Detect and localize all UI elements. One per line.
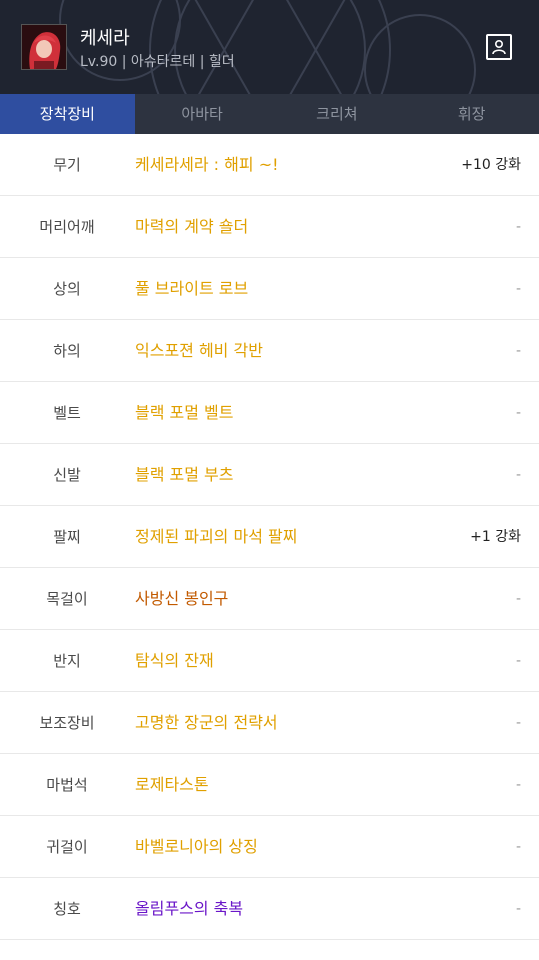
person-icon: [492, 39, 506, 55]
item-name[interactable]: 로제타스톤: [135, 754, 209, 816]
enhancement-level: -: [515, 219, 521, 235]
character-name: 케세라: [80, 28, 130, 49]
equipment-row-support[interactable]: 보조장비 고명한 장군의 전략서 -: [0, 692, 539, 754]
character-info: Lv.90 | 아슈타르테 | 힐더: [80, 54, 235, 70]
enhancement-level: -: [515, 467, 521, 483]
character-header: 케세라 Lv.90 | 아슈타르테 | 힐더: [0, 0, 539, 94]
tab-emblem[interactable]: 휘장: [404, 94, 539, 134]
item-name[interactable]: 사방신 봉인구: [135, 568, 228, 630]
equipment-row-title[interactable]: 칭호 올림푸스의 축복 -: [0, 878, 539, 940]
item-name[interactable]: 정제된 파괴의 마석 팔찌: [135, 506, 297, 568]
enhancement-level: -: [515, 777, 521, 793]
enhancement-level: +1 강화: [470, 529, 521, 545]
equipment-row-magicstone[interactable]: 마법석 로제타스톤 -: [0, 754, 539, 816]
slot-label: 상의: [53, 280, 81, 298]
equipment-row-shoes[interactable]: 신발 블랙 포멀 부츠 -: [0, 444, 539, 506]
enhancement-level: +10 강화: [461, 157, 521, 173]
equipment-row-weapon[interactable]: 무기 케세라세라 : 해피 ~! +10 강화: [0, 134, 539, 196]
enhancement-level: -: [515, 591, 521, 607]
tab-creature[interactable]: 크리쳐: [270, 94, 405, 134]
slot-label: 칭호: [53, 900, 81, 918]
item-name[interactable]: 풀 브라이트 로브: [135, 258, 248, 320]
equipment-list: 무기 케세라세라 : 해피 ~! +10 강화 머리어깨 마력의 계약 숄더 -…: [0, 134, 539, 940]
slot-label: 벨트: [53, 404, 81, 422]
item-name[interactable]: 바벨로니아의 상징: [135, 816, 258, 878]
slot-label: 무기: [53, 156, 81, 174]
enhancement-level: -: [515, 901, 521, 917]
character-avatar[interactable]: [21, 24, 67, 70]
enhancement-level: -: [515, 839, 521, 855]
character-portrait-icon: [22, 25, 66, 69]
tab-equipment[interactable]: 장착장비: [0, 94, 135, 134]
tab-bar: 장착장비 아바타 크리쳐 휘장: [0, 94, 539, 134]
equipment-row-earring[interactable]: 귀걸이 바벨로니아의 상징 -: [0, 816, 539, 878]
item-name[interactable]: 익스포젼 헤비 각반: [135, 320, 263, 382]
equipment-row-necklace[interactable]: 목걸이 사방신 봉인구 -: [0, 568, 539, 630]
equipment-row-bracelet[interactable]: 팔찌 정제된 파괴의 마석 팔찌 +1 강화: [0, 506, 539, 568]
enhancement-level: -: [515, 715, 521, 731]
slot-label: 목걸이: [46, 590, 88, 608]
enhancement-level: -: [515, 281, 521, 297]
equipment-row-ring[interactable]: 반지 탐식의 잔재 -: [0, 630, 539, 692]
enhancement-level: -: [515, 343, 521, 359]
equipment-row-shoulder[interactable]: 머리어깨 마력의 계약 숄더 -: [0, 196, 539, 258]
enhancement-level: -: [515, 405, 521, 421]
item-name[interactable]: 블랙 포멀 부츠: [135, 444, 234, 506]
equipment-row-top[interactable]: 상의 풀 브라이트 로브 -: [0, 258, 539, 320]
enhancement-level: -: [515, 653, 521, 669]
slot-label: 귀걸이: [46, 838, 88, 856]
slot-label: 마법석: [46, 776, 88, 794]
item-name[interactable]: 마력의 계약 숄더: [135, 196, 248, 258]
slot-label: 머리어깨: [39, 218, 95, 236]
equipment-row-bottom[interactable]: 하의 익스포젼 헤비 각반 -: [0, 320, 539, 382]
slot-label: 신발: [53, 466, 81, 484]
tab-avatar[interactable]: 아바타: [135, 94, 270, 134]
item-name[interactable]: 올림푸스의 축복: [135, 878, 243, 940]
profile-button[interactable]: [486, 34, 512, 60]
item-name[interactable]: 고명한 장군의 전략서: [135, 692, 278, 754]
slot-label: 반지: [53, 652, 81, 670]
slot-label: 팔찌: [53, 528, 81, 546]
slot-label: 하의: [53, 342, 81, 360]
item-name[interactable]: 탐식의 잔재: [135, 630, 214, 692]
slot-label: 보조장비: [39, 714, 95, 732]
item-name[interactable]: 블랙 포멀 벨트: [135, 382, 234, 444]
equipment-row-belt[interactable]: 벨트 블랙 포멀 벨트 -: [0, 382, 539, 444]
item-name[interactable]: 케세라세라 : 해피 ~!: [135, 134, 279, 196]
